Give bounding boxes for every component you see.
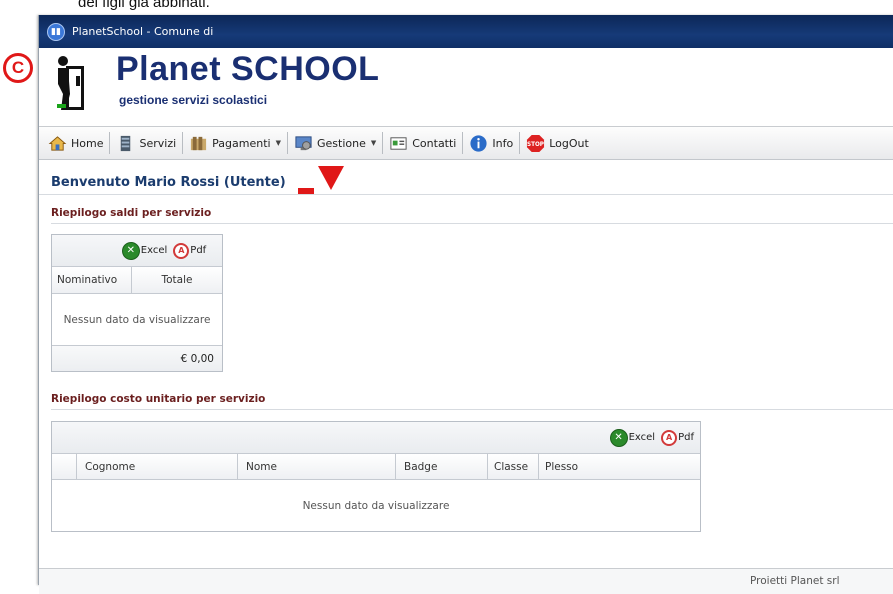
costo-excel-button[interactable]: ✕ Excel <box>609 428 656 447</box>
menu-gestione-label: Gestione <box>316 136 366 150</box>
welcome-text: Benvenuto Mario Rossi (Utente) <box>51 175 286 190</box>
column-header-cognome[interactable]: Cognome <box>77 454 238 479</box>
saldi-total-value: € 0,00 <box>180 352 214 365</box>
menu-info-label: Info <box>492 136 514 150</box>
top-caption: dei figli già abbinati. <box>78 0 210 11</box>
divider <box>39 194 893 195</box>
costo-section-title: Riepilogo costo unitario per servizio <box>51 393 266 405</box>
saldi-header-row: Nominativo Totale <box>52 267 222 294</box>
info-icon <box>470 134 487 152</box>
toolbar-separator <box>182 132 184 154</box>
menu-contatti[interactable]: Contatti <box>386 130 459 156</box>
menu-info[interactable]: Info <box>466 130 516 156</box>
toolbar-separator <box>382 132 384 154</box>
saldi-excel-label: Excel <box>140 245 168 256</box>
menu-home[interactable]: Home <box>45 130 106 156</box>
costo-header-row: Cognome Nome Badge Classe Plesso <box>52 454 700 480</box>
costo-grid-toolbar: ✕ Excel A Pdf <box>52 422 700 454</box>
logo-title: Planet SCHOOL <box>116 50 380 88</box>
costo-empty-message: Nessun dato da visualizzare <box>302 499 450 512</box>
menu-servizi[interactable]: Servizi <box>113 130 179 156</box>
column-header-nome[interactable]: Nome <box>238 454 396 479</box>
server-icon <box>121 135 131 151</box>
saldi-pdf-button[interactable]: A Pdf <box>173 242 207 259</box>
toolbar-separator <box>286 132 288 154</box>
chevron-down-icon: ▼ <box>275 139 281 147</box>
chevron-down-icon: ▼ <box>370 139 377 147</box>
column-header-nominativo[interactable]: Nominativo <box>52 267 132 293</box>
menu-home-label: Home <box>71 136 104 150</box>
stop-icon: STOP <box>527 134 545 152</box>
home-icon <box>48 135 67 151</box>
saldi-grid-toolbar: ✕ Excel A Pdf <box>52 235 222 267</box>
logo-area: Planet SCHOOL gestione servizi scolastic… <box>39 48 893 126</box>
menu-contatti-label: Contatti <box>412 136 457 150</box>
column-header-plesso[interactable]: Plesso <box>539 454 700 479</box>
app-icon: ▮▮ <box>47 22 65 41</box>
column-header-expand <box>52 454 77 479</box>
menu-logout-label: LogOut <box>549 136 589 150</box>
toolbar-separator <box>462 132 464 154</box>
payments-icon <box>191 136 207 150</box>
pdf-icon: A <box>661 429 678 446</box>
menu-pagamenti-label: Pagamenti <box>212 136 271 150</box>
menu-servizi-label: Servizi <box>139 136 177 150</box>
saldi-pdf-label: Pdf <box>190 245 207 256</box>
annotation-arrow-icon <box>298 166 344 194</box>
logo-subtitle: gestione servizi scolastici <box>119 93 268 107</box>
menu-gestione[interactable]: Gestione ▼ <box>291 130 379 156</box>
divider <box>51 223 893 224</box>
costo-grid: ✕ Excel A Pdf Cognome Nome Badge Classe … <box>51 421 701 532</box>
green-marker <box>57 104 66 108</box>
contacts-icon <box>390 136 407 150</box>
column-header-badge[interactable]: Badge <box>396 454 488 479</box>
excel-icon: ✕ <box>121 241 140 260</box>
costo-pdf-button[interactable]: A Pdf <box>661 429 694 446</box>
menu-logout[interactable]: STOP LogOut <box>523 130 592 156</box>
column-header-classe[interactable]: Classe <box>488 454 539 479</box>
page-footer: Proietti Planet srl <box>39 568 893 594</box>
saldi-grid: ✕ Excel A Pdf Nominativo Totale Nessun d… <box>51 234 223 372</box>
window-titlebar: ▮▮ PlanetSchool - Comune di <box>39 15 893 48</box>
svg-text:STOP: STOP <box>527 141 544 147</box>
saldi-excel-button[interactable]: ✕ Excel <box>121 241 168 260</box>
excel-icon: ✕ <box>609 428 628 447</box>
footer-company: Proietti Planet srl <box>750 575 840 587</box>
saldi-section-title: Riepilogo saldi per servizio <box>51 207 212 219</box>
costo-excel-label: Excel <box>628 432 656 443</box>
saldi-total-row: € 0,00 <box>52 345 222 371</box>
divider <box>51 409 893 410</box>
saldi-empty-message: Nessun dato da visualizzare <box>63 313 211 326</box>
main-toolbar: Home Servizi Pagamenti ▼ Gestione ▼ Cont… <box>39 126 893 160</box>
settings-monitor-icon <box>295 135 312 150</box>
toolbar-separator <box>109 132 111 154</box>
column-header-totale[interactable]: Totale <box>132 267 222 293</box>
window-title: PlanetSchool - Comune di <box>72 25 214 38</box>
costo-pdf-label: Pdf <box>678 432 694 443</box>
toolbar-separator <box>519 132 521 154</box>
pdf-icon: A <box>173 242 190 259</box>
annotation-c-marker: C <box>3 53 33 83</box>
menu-pagamenti[interactable]: Pagamenti ▼ <box>186 130 284 156</box>
